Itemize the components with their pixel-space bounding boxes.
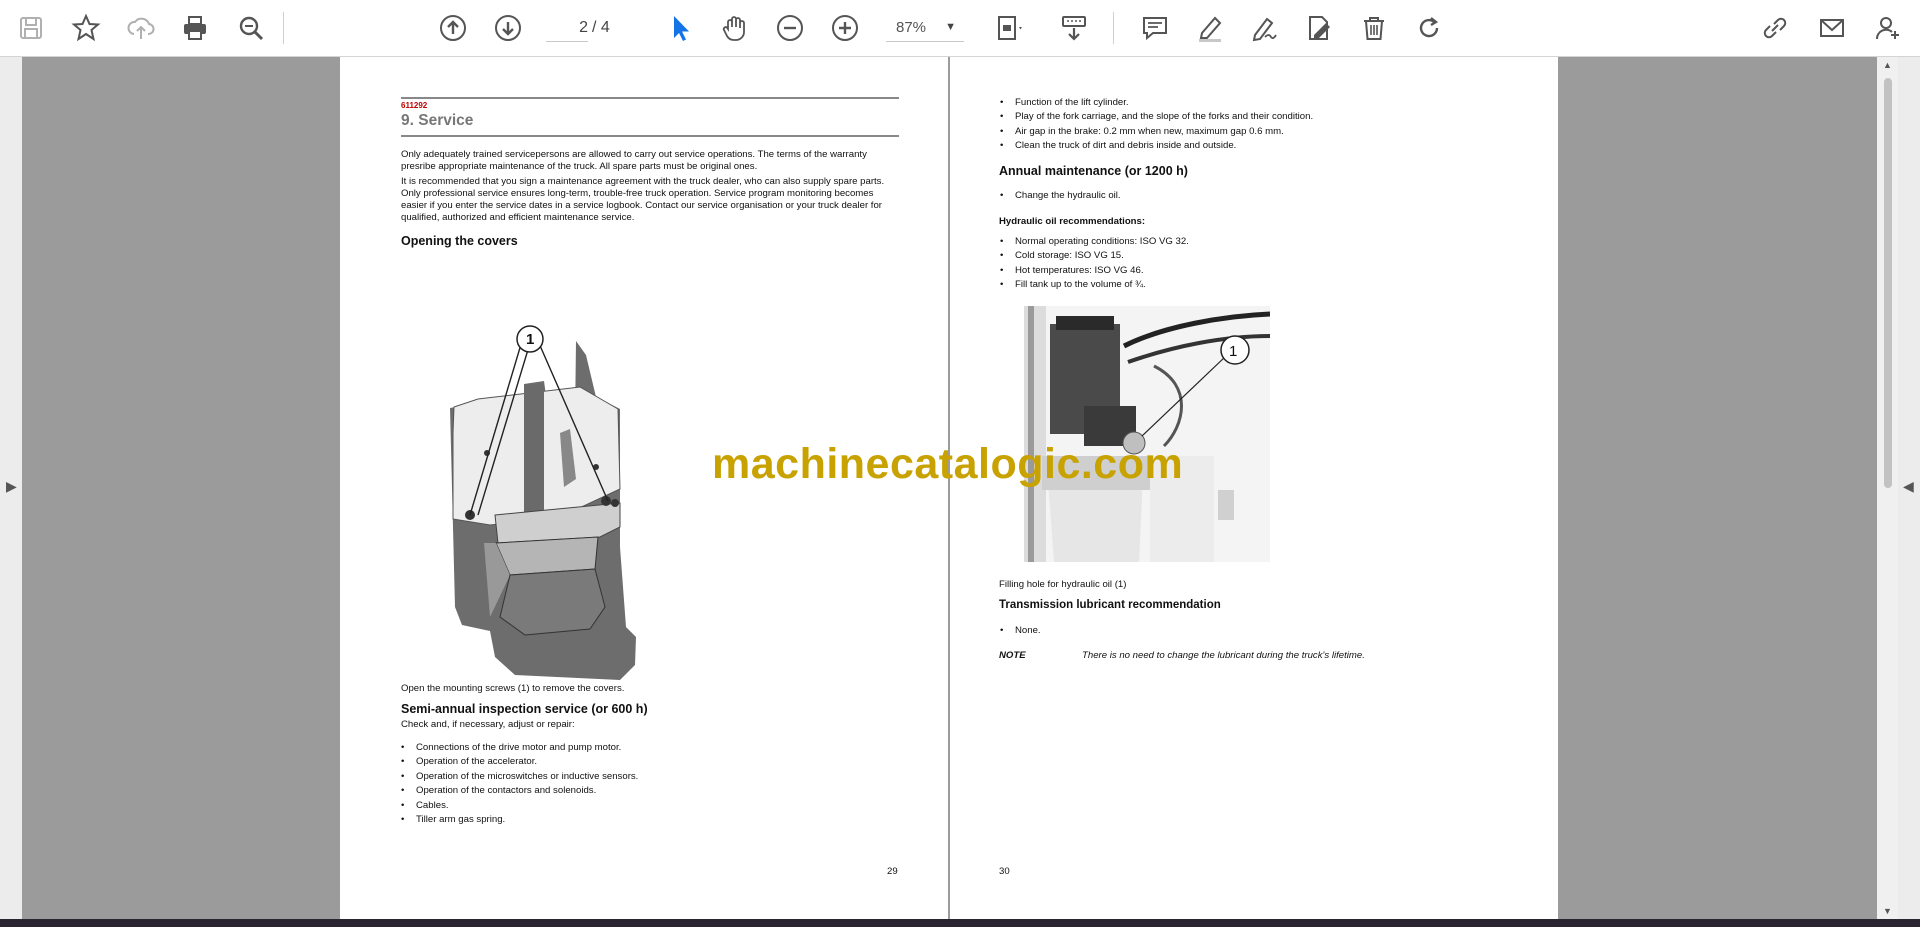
- highlight-pen-icon[interactable]: [1190, 8, 1230, 48]
- comment-icon[interactable]: [1135, 8, 1175, 48]
- list-item: Cold storage: ISO VG 15.: [1000, 249, 1189, 264]
- zoom-out-icon[interactable]: [770, 8, 810, 48]
- heading-semiannual: Semi-annual inspection service (or 600 h…: [401, 702, 648, 716]
- expand-right-panel-icon[interactable]: ◀: [1903, 478, 1914, 495]
- oil-recommendations-heading: Hydraulic oil recommendations:: [999, 216, 1146, 227]
- cloud-upload-icon[interactable]: [121, 8, 161, 48]
- chevron-down-icon: ▼: [945, 21, 956, 33]
- print-icon[interactable]: [175, 8, 215, 48]
- heading-transmission: Transmission lubricant recommendation: [999, 599, 1221, 611]
- redo-rotate-icon[interactable]: [1409, 8, 1449, 48]
- list-item: Operation of the microswitches or induct…: [401, 770, 638, 785]
- intro-paragraph-1: Only adequately trained servicepersons a…: [401, 149, 867, 172]
- divider: [1113, 12, 1114, 44]
- trash-icon[interactable]: [1354, 8, 1394, 48]
- list-item: Function of the lift cylinder.: [1000, 96, 1313, 111]
- list-item: Change the hydraulic oil.: [1000, 189, 1121, 204]
- page-number: 29: [887, 866, 898, 877]
- list-item: Cables.: [401, 799, 638, 814]
- scroll-down-arrow-icon[interactable]: ▼: [1883, 906, 1892, 916]
- taskbar-edge: [0, 919, 1920, 927]
- add-user-icon[interactable]: [1868, 8, 1908, 48]
- list-item: Tiller arm gas spring.: [401, 813, 638, 828]
- continued-checklist: Function of the lift cylinder. Play of t…: [1000, 96, 1313, 154]
- hand-tool-icon[interactable]: [715, 8, 755, 48]
- caption-filling-hole: Filling hole for hydraulic oil (1): [999, 579, 1127, 590]
- divider: [283, 12, 284, 44]
- zoom-search-icon[interactable]: [231, 8, 271, 48]
- email-icon[interactable]: [1812, 8, 1852, 48]
- check-intro: Check and, if necessary, adjust or repai…: [401, 719, 575, 730]
- section-title: 9. Service: [401, 112, 474, 129]
- note-label: NOTE: [999, 650, 1026, 661]
- heading-annual: Annual maintenance (or 1200 h): [999, 164, 1188, 178]
- fit-page-icon[interactable]: [988, 8, 1028, 48]
- list-item: Operation of the accelerator.: [401, 755, 638, 770]
- heading-opening-covers: Opening the covers: [401, 234, 518, 248]
- intro-paragraph-2: It is recommended that you sign a mainte…: [401, 176, 885, 223]
- toolbar: 2 / 4 87% ▼: [0, 0, 1920, 57]
- scroll-up-arrow-icon[interactable]: ▲: [1883, 60, 1892, 70]
- edit-document-icon[interactable]: [1299, 8, 1339, 48]
- list-item: Fill tank up to the volume of ¾.: [1000, 278, 1189, 293]
- oil-list: Normal operating conditions: ISO VG 32. …: [1000, 235, 1189, 293]
- previous-page-icon[interactable]: [433, 8, 473, 48]
- draw-signature-icon[interactable]: [1244, 8, 1284, 48]
- select-cursor-icon[interactable]: [660, 8, 700, 48]
- annual-list: Change the hydraulic oil.: [1000, 189, 1121, 204]
- share-link-icon[interactable]: [1755, 8, 1795, 48]
- page-number: 30: [999, 866, 1010, 877]
- expand-left-panel-icon[interactable]: ▶: [6, 478, 17, 495]
- page-number-input[interactable]: 2: [546, 14, 588, 42]
- callout-1: 1: [1229, 343, 1238, 360]
- list-item: Connections of the drive motor and pump …: [401, 741, 638, 756]
- document-code: 611292: [401, 101, 428, 110]
- list-item: None.: [1000, 624, 1041, 639]
- note-text: There is no need to change the lubricant…: [1082, 650, 1365, 661]
- zoom-level-value: 87%: [896, 19, 927, 36]
- list-item: Clean the truck of dirt and debris insid…: [1000, 139, 1313, 154]
- scroll-mode-icon[interactable]: [1054, 8, 1094, 48]
- watermark: machinecatalogic.com: [712, 440, 1184, 488]
- list-item: Air gap in the brake: 0.2 mm when new, m…: [1000, 125, 1313, 140]
- next-page-icon[interactable]: [488, 8, 528, 48]
- title-rule: [401, 135, 899, 137]
- list-item: Hot temperatures: ISO VG 46.: [1000, 264, 1189, 279]
- zoom-level-select[interactable]: 87% ▼: [886, 14, 964, 42]
- bookmark-star-icon[interactable]: [66, 8, 106, 48]
- save-icon[interactable]: [11, 8, 51, 48]
- list-item: Operation of the contactors and solenoid…: [401, 784, 638, 799]
- header-rule: [401, 97, 899, 99]
- callout-1: 1: [526, 331, 535, 348]
- scrollbar-thumb[interactable]: [1884, 78, 1892, 488]
- semiannual-checklist: Connections of the drive motor and pump …: [401, 741, 638, 828]
- transmission-list: None.: [1000, 624, 1041, 639]
- zoom-in-icon[interactable]: [825, 8, 865, 48]
- page-total: / 4: [592, 19, 610, 36]
- list-item: Normal operating conditions: ISO VG 32.: [1000, 235, 1189, 250]
- caption-mounting-screws: Open the mounting screws (1) to remove t…: [401, 683, 625, 694]
- list-item: Play of the fork carriage, and the slope…: [1000, 110, 1313, 125]
- truck-covers-illustration: [450, 325, 636, 680]
